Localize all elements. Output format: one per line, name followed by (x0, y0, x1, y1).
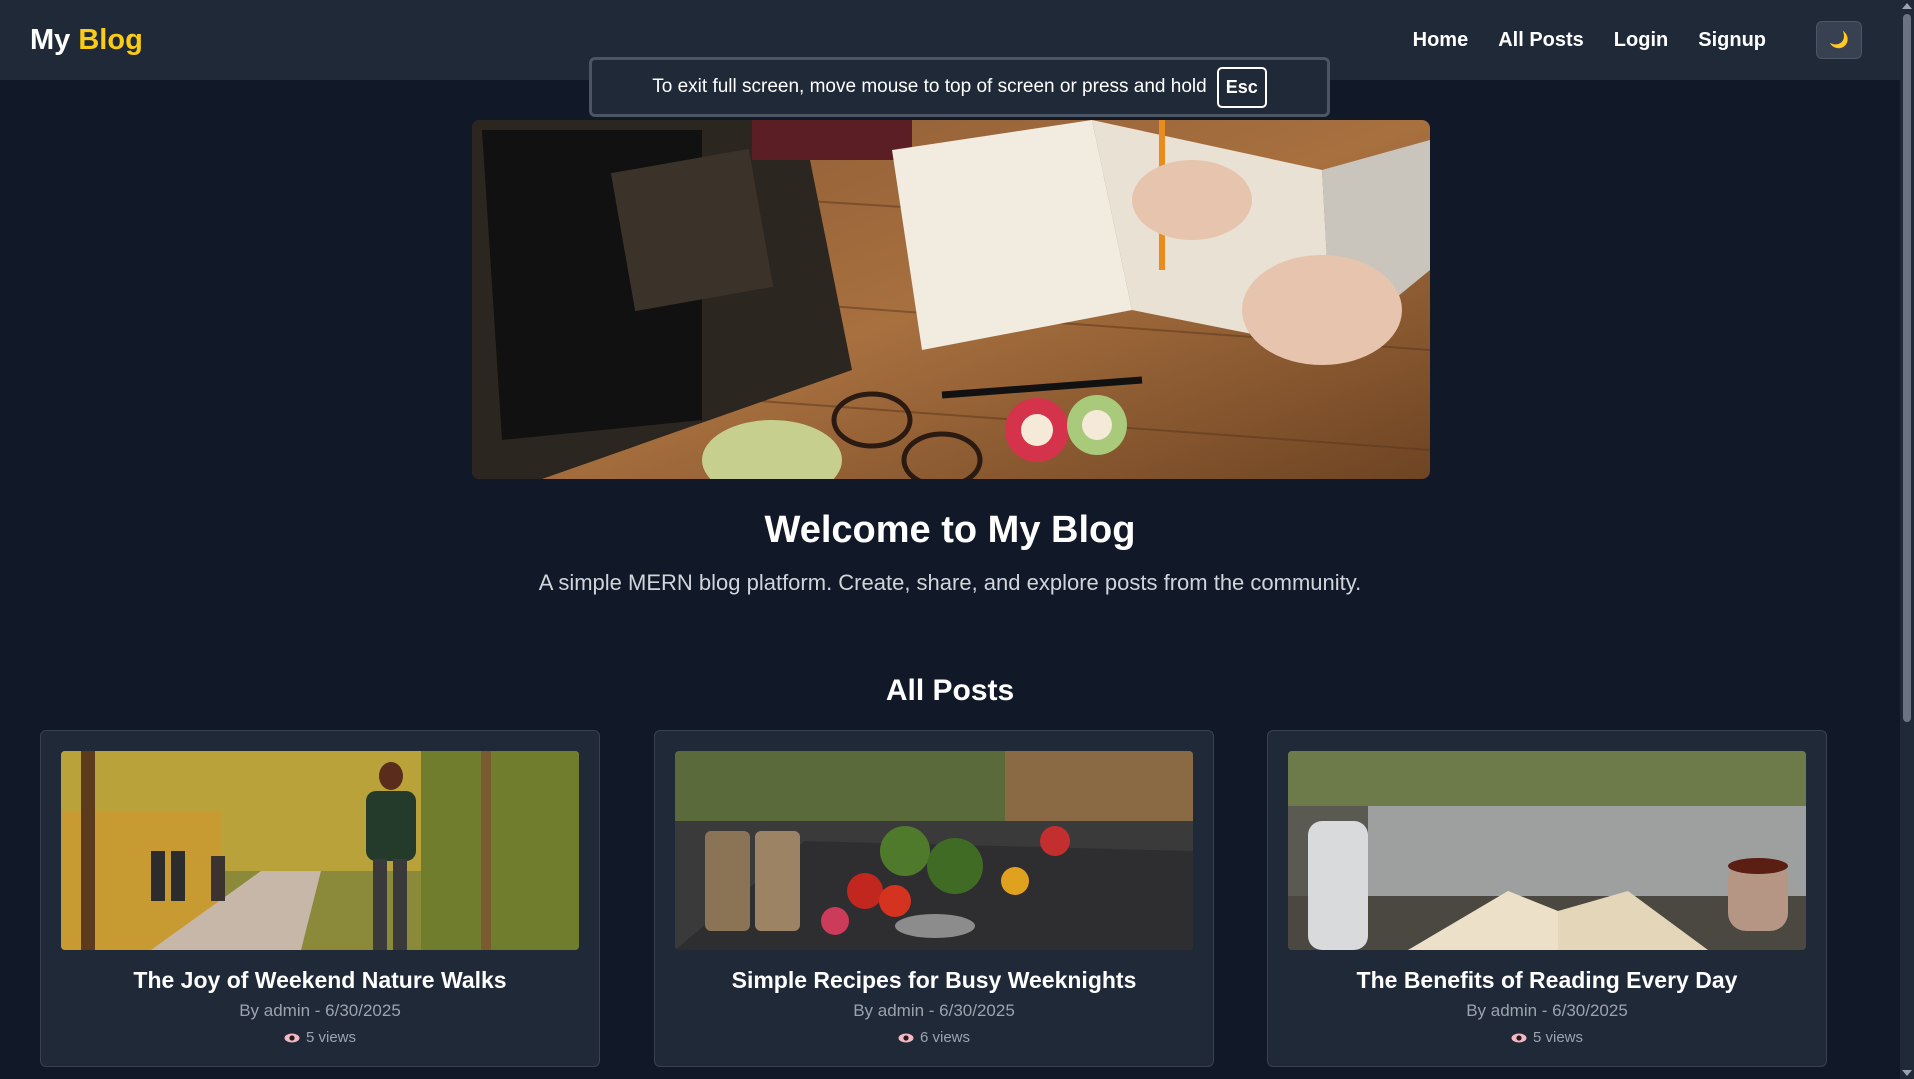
post-meta: By admin - 6/30/2025 (853, 1001, 1015, 1020)
scroll-up-arrow-icon[interactable] (1902, 3, 1912, 9)
post-card[interactable]: Simple Recipes for Busy Weeknights By ad… (654, 730, 1214, 1067)
hero-title: Welcome to My Blog (764, 509, 1136, 551)
post-meta: By admin - 6/30/2025 (1466, 1001, 1628, 1020)
post-views: 5 views (41, 1029, 599, 1046)
post-views: 6 views (655, 1029, 1213, 1046)
post-card[interactable]: The Benefits of Reading Every Day By adm… (1267, 730, 1827, 1067)
fullscreen-notice-text: To exit full screen, move mouse to top o… (652, 76, 1207, 97)
post-image[interactable] (1288, 751, 1806, 950)
post-title[interactable]: The Benefits of Reading Every Day (1268, 967, 1826, 994)
post-image[interactable] (61, 751, 579, 950)
post-title[interactable]: The Joy of Weekend Nature Walks (41, 967, 599, 994)
eye-icon (898, 1033, 914, 1042)
hero-image (472, 120, 1430, 479)
all-posts-heading: All Posts (885, 674, 1015, 707)
post-views-count: 5 views (1532, 1029, 1584, 1046)
eye-icon (1511, 1033, 1527, 1042)
nav-link-signup[interactable]: Signup (1698, 29, 1766, 52)
hero-subtitle: A simple MERN blog platform. Create, sha… (538, 570, 1362, 595)
fullscreen-exit-notice: To exit full screen, move mouse to top o… (589, 57, 1330, 117)
moon-icon: 🌙 (1829, 32, 1849, 49)
nav-link-home[interactable]: Home (1413, 29, 1469, 52)
post-image[interactable] (675, 751, 1193, 950)
nav-link-login[interactable]: Login (1614, 29, 1668, 52)
brand-logo[interactable]: My Blog (30, 24, 143, 57)
scroll-down-arrow-icon[interactable] (1902, 1070, 1912, 1076)
post-views-count: 6 views (919, 1029, 971, 1046)
brand-accent: Blog (78, 23, 143, 56)
post-card[interactable]: The Joy of Weekend Nature Walks By admin… (40, 730, 600, 1067)
post-views-count: 5 views (305, 1029, 357, 1046)
post-meta: By admin - 6/30/2025 (239, 1001, 401, 1020)
vertical-scrollbar[interactable] (1900, 0, 1914, 1079)
scroll-thumb[interactable] (1903, 14, 1911, 722)
theme-toggle-button[interactable]: 🌙 (1816, 21, 1862, 59)
nav-link-all-posts[interactable]: All Posts (1498, 29, 1584, 52)
post-views: 5 views (1268, 1029, 1826, 1046)
brand-primary: My (30, 23, 71, 56)
eye-icon (284, 1033, 300, 1042)
nav-links: Home All Posts Login Signup 🌙 (1383, 21, 1870, 59)
esc-key-badge: Esc (1216, 66, 1267, 108)
post-title[interactable]: Simple Recipes for Busy Weeknights (655, 967, 1213, 994)
